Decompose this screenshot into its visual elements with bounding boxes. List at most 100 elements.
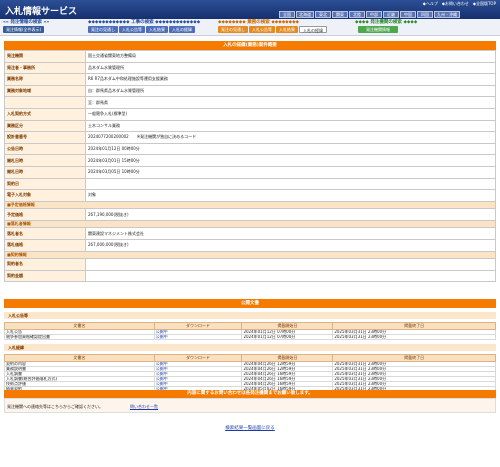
construction-search-group: ◆◆◆◆◆◆◆◆◆◆◆◆ 工事の検索 ◆◆◆◆◆◆◆◆◆◆◆◆◆ 発注の見通し … (88, 20, 200, 33)
summary-row: 発注機関 国土交通省関東地方整備局 (4, 50, 496, 63)
region-tab[interactable]: 中国 (400, 11, 416, 18)
field-label: 電子入札対象 (4, 189, 86, 202)
all-orders-button[interactable]: 発注情報(全件表示) (3, 26, 45, 33)
region-tab[interactable]: 近畿 (383, 11, 399, 18)
construction-history-button[interactable]: 入札の経緯 (169, 26, 195, 33)
field-value: 2024年03月01日 15時00分 (85, 154, 496, 167)
summary-row: 予定価格 267,190,000(税抜き) (4, 208, 496, 221)
document-name: 競争参加資格確認提出書 (4, 334, 155, 340)
summary-row: 業務区分 土木コンサル業務 (4, 119, 496, 133)
field-value: 2024077200200002 ※発注機関が独自に決めるコード (85, 131, 496, 144)
field-label: 落札価格 (4, 238, 86, 252)
field-value: 一般競争入札(標準型) (85, 107, 496, 121)
field-value: 2024年01月12日 00時00分 (85, 142, 496, 156)
group-header-history: 入札経緯 (4, 344, 496, 351)
field-value: 対象 (85, 189, 496, 202)
section-title: 入札の経緯(業務)案件概要 (4, 41, 496, 50)
summary-row: 開札日時 2024年03月05日 10時00分 (4, 165, 496, 179)
region-tab[interactable]: 関東 (332, 11, 348, 18)
section-title: 公開文書 (4, 299, 496, 308)
service-outlook-button[interactable]: 発注の見通し (218, 26, 248, 33)
field-label: 業務対象地域 (4, 84, 86, 98)
field-value (85, 269, 496, 283)
field-label: 発注機関 (4, 50, 86, 63)
subsection-label: ■予定価格情報 (4, 200, 496, 210)
publish-end: 2025年03月31日 23時00分 (332, 334, 496, 340)
column-header: 掲載終了日 (332, 354, 496, 362)
summary-row: ■落札者情報 (4, 219, 496, 229)
column-header: 文書名 (4, 322, 155, 330)
summary-row: 落札者名 関東建設マネジメント株式会社 (4, 227, 496, 240)
agency-info-button[interactable]: 発注機関情報 (358, 26, 398, 33)
field-label: 予定価格 (4, 208, 86, 221)
field-value (85, 177, 496, 191)
search-nav: «« 発注情報の検索 »» 発注情報(全件表示) ◆◆◆◆◆◆◆◆◆◆◆◆ 工事… (0, 19, 500, 36)
column-header: 掲載開始日 (241, 322, 334, 330)
region-tab[interactable]: 全国 (279, 11, 295, 18)
column-header: 掲載終了日 (332, 322, 496, 330)
summary-table: 発注機関 国土交通省関東地方整備局 発注者・事務所 品木ダム水質管理所 業務名称 R6 R… (4, 50, 496, 283)
summary-row: 発注者・事務所 品木ダム水質管理所 (4, 61, 496, 75)
subsection-label: ■契約情報 (4, 250, 496, 259)
field-label: 入札契約方式 (4, 107, 86, 121)
field-label: 落札者名 (4, 227, 86, 240)
field-value: 2024年03月05日 10時00分 (85, 165, 496, 179)
field-value: 土木コンサル業務 (85, 119, 496, 133)
summary-row: ■契約情報 (4, 250, 496, 259)
field-value: R6 R7品木ダム中和処理施設等運用支援業務 (85, 73, 496, 86)
back-to-results-link[interactable]: 検索結果一覧画面に戻る (0, 425, 500, 431)
field-value (85, 258, 496, 271)
summary-row: 公告日時 2024年01月12日 00時00分 (4, 142, 496, 156)
region-tab[interactable]: 北海道 (296, 11, 314, 18)
summary-row: 落札価格 267,000,000(税抜き) (4, 238, 496, 252)
construction-outlook-button[interactable]: 発注の見通し (88, 26, 118, 33)
column-header: ダウンロード (153, 354, 243, 362)
field-value: 267,190,000(税抜き) (85, 208, 496, 221)
contact-list-link[interactable]: 問い合わせ一覧 (130, 399, 158, 412)
summary-row: 設計書番号 2024077200200002 ※発注機関が独自に決めるコード (4, 131, 496, 144)
contact-link[interactable]: ◆お問い合わせ (442, 1, 469, 7)
summary-row: 電子入札対象 対象 (4, 189, 496, 202)
service-notice-button[interactable]: 入札公告等 (249, 26, 275, 33)
table-header-row: 文書名 ダウンロード 掲載開始日 掲載終了日 (4, 354, 496, 362)
site-logo[interactable]: 入札情報サービス (5, 4, 77, 17)
notice-documents-table: 文書名 ダウンロード 掲載開始日 掲載終了日 入札公告 公開中 2024年01月12日 07… (4, 322, 496, 340)
region-tab[interactable]: 九州・沖縄 (434, 11, 460, 18)
summary-row: 業務名称 R6 R7品木ダム中和処理施設等運用支援業務 (4, 73, 496, 86)
summary-row: 開札日時 2024年03月01日 15時00分 (4, 154, 496, 167)
field-label: 業務区分 (4, 119, 86, 133)
service-result-button[interactable]: 入札結果 (276, 26, 298, 33)
construction-result-button[interactable]: 入札結果 (146, 26, 168, 33)
field-label: 契約者名 (4, 258, 86, 271)
field-value: 至：群馬県 (85, 96, 496, 109)
region-tab[interactable]: 中部 (366, 11, 382, 18)
summary-row: 業務対象地域 自：群馬県品木ダム水質管理所 (4, 84, 496, 98)
region-tab[interactable]: 四国 (417, 11, 433, 18)
summary-row: 契約日 (4, 177, 496, 191)
table-header-row: 文書名 ダウンロード 掲載開始日 掲載終了日 (4, 322, 496, 330)
region-tab[interactable]: 北陸 (349, 11, 365, 18)
field-label: 開札日時 (4, 165, 86, 179)
field-value: 関東建設マネジメント株式会社 (85, 227, 496, 240)
region-tabs: 全国 北海道 東北 関東 北陸 中部 近畿 中国 四国 九州・沖縄 (279, 11, 460, 18)
summary-row: 至：群馬県 (4, 96, 496, 109)
group-header-notice: 入札公告等 (4, 312, 496, 319)
service-history-button[interactable]: 入札の経緯 (299, 26, 327, 33)
field-label: 設計書番号 (4, 131, 86, 144)
download-link[interactable]: 公開中 (153, 334, 243, 340)
history-documents-table: 文書名 ダウンロード 掲載開始日 掲載終了日 契約の内容 公開中 2024年04月26日 1… (4, 354, 496, 392)
contact-section: 内容に関するお問い合わせは各発注機関までお願い致します。 発注機関への連絡先等は… (4, 390, 496, 413)
service-search-group: ◆◆◆◆◆◆◆◆ 業務の検索 ◆◆◆◆◆◆◆◆ 発注の見通し 入札公告等 入札結… (218, 20, 327, 33)
summary-row: 契約金額 (4, 269, 496, 283)
region-tab[interactable]: 東北 (315, 11, 331, 18)
construction-notice-button[interactable]: 入札公告等 (119, 26, 145, 33)
public-documents-section: 公開文書 入札公告等 文書名 ダウンロード 掲載開始日 掲載終了日 入札公告 公開中 202… (4, 299, 496, 392)
app-header: 入札情報サービス ◆ヘルプ ◆お問い合わせ ◆全国版TOP 全国 北海道 東北 … (0, 0, 500, 19)
contact-title: 内容に関するお問い合わせは各発注機関までお願い致します。 (4, 390, 496, 398)
column-header: 文書名 (4, 354, 155, 362)
national-top-link[interactable]: ◆全国版TOP (473, 1, 496, 7)
summary-row: 契約者名 (4, 258, 496, 271)
case-summary-section: 入札の経緯(業務)案件概要 発注機関 国土交通省関東地方整備局 発注者・事務所 品木ダ… (4, 41, 496, 283)
column-header: ダウンロード (153, 322, 243, 330)
help-link[interactable]: ◆ヘルプ (423, 1, 438, 7)
